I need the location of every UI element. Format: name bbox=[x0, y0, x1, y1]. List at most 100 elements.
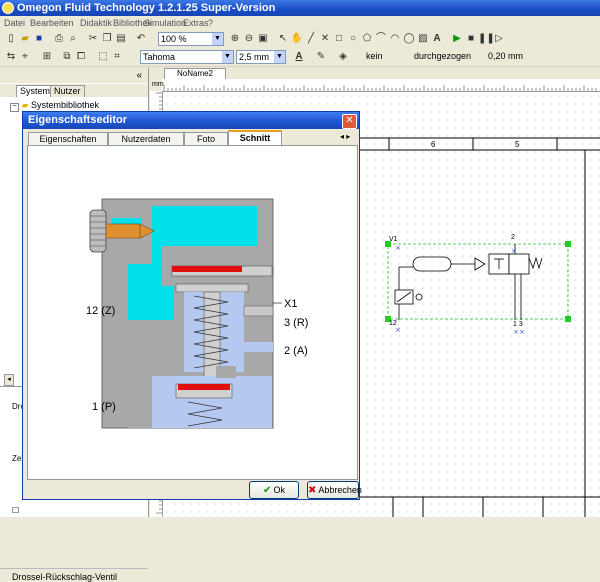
font-size-select[interactable]: 2,5 mm ▼ bbox=[236, 50, 286, 64]
label-port-x1: X1 bbox=[284, 298, 297, 310]
fill-pattern-label[interactable]: kein bbox=[366, 51, 383, 61]
component-label-v1: V1 bbox=[389, 236, 398, 243]
tab-nutzer[interactable]: Nutzer bbox=[50, 85, 85, 97]
menu-extras[interactable]: Extras bbox=[183, 18, 209, 28]
select-area-icon[interactable]: ⬚ bbox=[96, 50, 110, 64]
svg-text:×: × bbox=[395, 244, 401, 252]
zoom-select[interactable]: 100 % ▼ bbox=[158, 32, 224, 46]
selection-handle[interactable] bbox=[565, 316, 571, 322]
tab-system[interactable]: System bbox=[16, 85, 55, 97]
print-preview-icon[interactable]: ⌕ bbox=[66, 32, 80, 46]
tab-nutzerdaten[interactable]: Nutzerdaten bbox=[108, 132, 184, 145]
port-label-2: 2 bbox=[511, 234, 515, 241]
ruler-unit: mm bbox=[152, 81, 164, 88]
label-port-2: 2 (A) bbox=[284, 345, 308, 357]
tab-foto[interactable]: Foto bbox=[184, 132, 228, 145]
checkbox-icon[interactable]: ☐ bbox=[12, 506, 19, 515]
selection-handle[interactable] bbox=[565, 241, 571, 247]
tree-collapse-icon[interactable]: − bbox=[10, 103, 19, 112]
selection-box[interactable] bbox=[387, 243, 569, 320]
line-style-label[interactable]: durchgezogen bbox=[414, 51, 471, 61]
snap-icon[interactable]: ⌗ bbox=[110, 50, 124, 64]
toolbar-main: ▯ ▰ ■ ⎙ ⌕ ✂ ❐ ▤ ↶ 100 % ▼ ⊕ ⊖ ▣ ↖ ✋ ╱ ✕ … bbox=[0, 30, 600, 49]
column-number-6: 6 bbox=[431, 140, 436, 149]
font-size-value: 2,5 mm bbox=[239, 52, 270, 62]
property-editor-dialog: Eigenschaftseditor ✕ Eigenschaften Nutze… bbox=[22, 111, 362, 500]
tab-scroll-arrows-icon[interactable]: ◂ ▸ bbox=[340, 132, 350, 141]
arc-tool-icon[interactable]: ◠ bbox=[388, 32, 402, 46]
zoom-out-icon[interactable]: ⊖ bbox=[242, 32, 256, 46]
copy-icon[interactable]: ❐ bbox=[100, 32, 114, 46]
print-icon[interactable]: ⎙ bbox=[52, 32, 66, 46]
line-width-label[interactable]: 0,20 mm bbox=[488, 51, 523, 61]
valve-symbol[interactable] bbox=[394, 244, 543, 320]
font-select[interactable]: Tahoma ▼ bbox=[140, 50, 234, 64]
tab-eigenschaften[interactable]: Eigenschaften bbox=[28, 132, 108, 145]
pointer-icon[interactable]: ↖ bbox=[276, 32, 290, 46]
group-icon[interactable]: ⌖ bbox=[18, 50, 32, 64]
font-value: Tahoma bbox=[143, 52, 176, 62]
control-chamber bbox=[152, 286, 174, 320]
label-port-12: 12 (Z) bbox=[86, 305, 115, 317]
polygon-tool-icon[interactable]: ⬠ bbox=[360, 32, 374, 46]
cancel-x-icon: ✖ bbox=[308, 485, 317, 496]
pane-divider-bottom bbox=[0, 568, 148, 569]
curve-tool-icon[interactable]: ⌒ bbox=[374, 32, 388, 46]
menu-bar: Datei Bearbeiten Didaktik Bibliothek Sim… bbox=[0, 16, 600, 30]
valve-cross-section: 12 (Z) 1 (P) X1 3 (R) 2 (A) bbox=[86, 198, 308, 429]
line-color-icon[interactable]: ✎ bbox=[314, 50, 328, 64]
app-title: Omegon Fluid Technology 1.2.1.25 Super-V… bbox=[17, 2, 276, 14]
text-tool-icon[interactable]: A bbox=[430, 32, 444, 46]
line-tool-icon[interactable]: ╱ bbox=[304, 32, 318, 46]
close-icon[interactable]: ✕ bbox=[342, 114, 357, 129]
scroll-left-icon[interactable]: ◂ bbox=[4, 374, 14, 386]
housing-lower-left bbox=[128, 376, 152, 428]
folder-icon: ▰ bbox=[21, 100, 29, 110]
paste-icon[interactable]: ▤ bbox=[114, 32, 128, 46]
library-tabs: System Nutzer bbox=[0, 84, 148, 97]
open-folder-icon[interactable]: ▰ bbox=[18, 32, 32, 46]
menu-datei[interactable]: Datei bbox=[4, 18, 25, 28]
chevron-down-icon: ▼ bbox=[212, 33, 223, 45]
dialog-title-bar: Eigenschaftseditor ✕ bbox=[23, 112, 359, 129]
align-icon[interactable]: ⇆ bbox=[4, 50, 18, 64]
menu-help[interactable]: ? bbox=[208, 18, 213, 28]
adjust-screw bbox=[105, 223, 141, 239]
svg-text:×: × bbox=[519, 328, 525, 336]
circle-tool-icon[interactable]: ○ bbox=[346, 32, 360, 46]
rect-tool-icon[interactable]: □ bbox=[332, 32, 346, 46]
cancel-button[interactable]: ✖ Abbrechen bbox=[307, 481, 362, 499]
new-file-icon[interactable]: ▯ bbox=[4, 32, 18, 46]
text-color-icon[interactable]: A bbox=[292, 50, 306, 64]
play-icon[interactable]: ▶ bbox=[450, 32, 464, 46]
undo-icon[interactable]: ↶ bbox=[134, 32, 148, 46]
svg-text:×: × bbox=[395, 326, 401, 334]
image-tool-icon[interactable]: ▨ bbox=[416, 32, 430, 46]
zoom-fit-icon[interactable]: ▣ bbox=[256, 32, 270, 46]
menu-simulation[interactable]: Simulation bbox=[144, 18, 186, 28]
collapse-pane-icon[interactable]: « bbox=[0, 68, 148, 83]
ok-button[interactable]: ✔ Ok bbox=[249, 481, 299, 499]
label-port-3: 3 (R) bbox=[284, 317, 308, 329]
menu-bearbeiten[interactable]: Bearbeiten bbox=[30, 18, 74, 28]
poppet-seal bbox=[178, 384, 230, 390]
ellipse-tool-icon[interactable]: ◯ bbox=[402, 32, 416, 46]
back-icon[interactable]: ⧠ bbox=[74, 50, 88, 64]
cut-icon[interactable]: ✂ bbox=[86, 32, 100, 46]
dialog-title: Eigenschaftseditor bbox=[28, 114, 128, 126]
pause-icon[interactable]: ❚❚ bbox=[478, 32, 495, 46]
menu-didaktik[interactable]: Didaktik bbox=[80, 18, 112, 28]
stop-icon[interactable]: ■ bbox=[464, 32, 478, 46]
valve-seat bbox=[216, 366, 236, 378]
fill-color-icon[interactable]: ◈ bbox=[336, 50, 350, 64]
hand-icon[interactable]: ✋ bbox=[290, 32, 304, 46]
piston-seal bbox=[172, 266, 242, 272]
cross-tool-icon[interactable]: ✕ bbox=[318, 32, 332, 46]
front-icon[interactable]: ⧉ bbox=[60, 50, 74, 64]
save-icon[interactable]: ■ bbox=[32, 32, 46, 46]
step-icon[interactable]: ▷ bbox=[492, 32, 506, 46]
zoom-in-icon[interactable]: ⊕ bbox=[228, 32, 242, 46]
chevron-down-icon: ▼ bbox=[274, 51, 285, 63]
grid-icon[interactable]: ⊞ bbox=[40, 50, 54, 64]
cancel-label: Abbrechen bbox=[318, 485, 362, 495]
